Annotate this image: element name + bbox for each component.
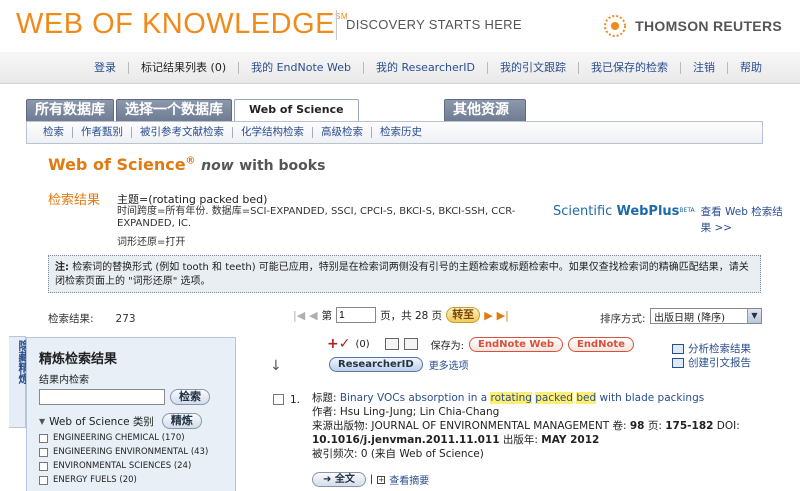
top-nav: 登录 标记结果列表 (0) 我的 EndNote Web 我的 Research… — [0, 52, 800, 84]
subnav-search-history[interactable]: 检索历史 — [371, 127, 430, 138]
search-within-label: 结果内检索 — [39, 375, 89, 386]
full-text-button[interactable]: ➜ 全文 — [312, 472, 366, 487]
marked-count: (0) — [355, 338, 370, 350]
view-web-results-link[interactable]: 查看 Web 检索结果 >> — [701, 204, 787, 236]
refine-button[interactable]: 精炼 — [161, 413, 202, 429]
endnote-web-button[interactable]: EndNote Web — [469, 336, 564, 352]
thomson-reuters-dot-icon — [604, 15, 627, 37]
checkbox[interactable] — [39, 433, 48, 443]
result-tools: +✓ (0) 保存为: EndNote Web EndNote — [327, 336, 634, 352]
first-page-icon[interactable]: |◀ — [293, 309, 305, 322]
header-divider — [336, 10, 337, 40]
email-icon[interactable] — [403, 338, 418, 350]
analysis-links: 分析检索结果 创建引文报告 — [672, 342, 751, 370]
tab-select-database[interactable]: 选择一个数据库 — [116, 99, 232, 121]
nav-logout[interactable]: 注销 — [680, 61, 727, 74]
record-1: 标题: Binary VOCs absorption in a rotating… — [312, 392, 740, 460]
tab-web-of-science[interactable]: Web of Science — [234, 99, 359, 121]
add-to-marked-list-icon[interactable]: +✓ — [327, 336, 350, 352]
citation-report-icon — [672, 358, 684, 368]
sort-label: 排序方式: — [600, 313, 646, 325]
nav-endnote-web[interactable]: 我的 EndNote Web — [238, 61, 363, 74]
more-options-link[interactable]: 更多选项 — [429, 357, 469, 372]
prev-page-icon[interactable]: ◀ — [309, 309, 317, 322]
collapse-triangle-icon[interactable]: ▼ — [39, 417, 45, 426]
category-item[interactable]: ENGINEERING CHEMICAL (170) — [39, 433, 223, 443]
chevron-down-icon: ▼ — [747, 309, 761, 323]
print-icon[interactable] — [384, 338, 399, 350]
thomson-reuters-logo: THOMSON REUTERS — [603, 14, 782, 38]
nav-marked-list[interactable]: 标记结果列表 (0) — [128, 61, 238, 74]
lemmatization-note: 注: 检索词的替换形式 (例如 tooth 和 teeth) 可能已应用，特别是… — [48, 255, 761, 293]
save-to-label: 保存为: — [430, 340, 465, 352]
category-heading: Web of Science 类别 — [49, 415, 154, 428]
subnav-author-finder[interactable]: 作者甄别 — [72, 127, 131, 138]
citation-report-link[interactable]: 创建引文报告 — [672, 356, 751, 370]
subnav-advanced-search[interactable]: 高级检索 — [312, 127, 371, 138]
record-actions: ➜ 全文 | + 查看摘要 — [312, 472, 429, 487]
category-item[interactable]: ENVIRONMENTAL SCIENCES (24) — [39, 461, 223, 471]
subnav-structure-search[interactable]: 化学结构检索 — [232, 127, 312, 138]
query-topic: 主题=(rotating packed bed) — [117, 193, 268, 206]
refine-title: 精炼检索结果 — [39, 352, 118, 367]
nav-saved-searches[interactable]: 我已保存的检索 — [578, 61, 680, 74]
category-item[interactable]: ENGINEERING ENVIRONMENTAL (43) — [39, 447, 223, 457]
page-input[interactable] — [336, 307, 377, 323]
analyze-icon — [672, 344, 684, 354]
analyze-results-link[interactable]: 分析检索结果 — [672, 342, 751, 356]
tab-other-resources[interactable]: 其他资源 — [444, 99, 526, 121]
record-doi: 10.1016/j.jenvman.2011.11.011 — [312, 434, 500, 446]
view-abstract-link[interactable]: 查看摘要 — [389, 472, 429, 487]
subnav-search[interactable]: 检索 — [35, 127, 72, 138]
search-within-input[interactable] — [39, 389, 165, 405]
query-lemmatization: 词形还原=打开 — [117, 237, 186, 248]
refine-panel: 精炼检索结果 结果内检索 检索 ▼ Web of Science 类别 精炼 E… — [26, 337, 236, 491]
sort-select[interactable]: 出版日期 (降序) ▼ — [650, 308, 762, 324]
checkbox[interactable] — [39, 475, 48, 485]
query-span: 时间跨度=所有年份. 数据库=SCI-EXPANDED, SSCI, CPCI-… — [117, 206, 516, 229]
nav-help[interactable]: 帮助 — [727, 61, 774, 74]
expand-icon[interactable]: + — [377, 475, 386, 484]
sub-nav: 检索 作者甄别 被引参考文献检索 化学结构检索 高级检索 检索历史 — [26, 121, 763, 144]
checkbox[interactable] — [39, 447, 48, 457]
result-tools-row2: ResearcherID 更多选项 — [329, 357, 469, 372]
down-arrow-icon: ↓ — [270, 358, 282, 374]
tab-bar: 所有数据库 选择一个数据库 Web of Science — [26, 99, 361, 121]
nav-researcherid[interactable]: 我的 ResearcherID — [363, 61, 487, 74]
goto-button[interactable]: 转至 — [446, 307, 481, 323]
record-title-link[interactable]: Binary VOCs absorption in a rotating pac… — [340, 392, 704, 404]
nav-citation-alerts[interactable]: 我的引文跟踪 — [487, 61, 578, 74]
record-checkbox[interactable] — [273, 394, 284, 405]
tagline: DISCOVERY STARTS HERE — [346, 17, 522, 32]
pager: |◀ ◀ 第 页，共 28 页 转至 ▶ ▶| — [293, 307, 509, 323]
wos-banner: Web of Science® now with books — [48, 155, 326, 174]
subnav-cited-ref-search[interactable]: 被引参考文献检索 — [131, 127, 232, 138]
record-authors: Hsu Ling-Jung; Lin Chia-Chang — [339, 406, 500, 418]
record-cited: 0 (来自 Web of Science) — [360, 448, 484, 460]
scientific-webplus: Scientific WebPlusBETA 查看 Web 检索结果 >> — [553, 204, 787, 236]
researcherid-button[interactable]: ResearcherID — [329, 357, 423, 372]
record-source: JOURNAL OF ENVIRONMENTAL MANAGEMENT — [371, 420, 610, 432]
record-number: 1. — [290, 394, 301, 406]
tab-all-databases[interactable]: 所有数据库 — [26, 99, 114, 121]
next-page-icon[interactable]: ▶ — [484, 309, 492, 322]
webplus-logo[interactable]: Scientific WebPlusBETA — [553, 204, 695, 219]
search-within-button[interactable]: 检索 — [170, 389, 210, 405]
endnote-button[interactable]: EndNote — [568, 336, 634, 352]
category-item[interactable]: ENERGY FUELS (20) — [39, 475, 223, 485]
last-page-icon[interactable]: ▶| — [497, 309, 509, 322]
wok-logo[interactable]: WEB OF KNOWLEDGESM — [16, 8, 348, 41]
record-selector: 1. — [273, 390, 300, 406]
nav-login[interactable]: 登录 — [82, 61, 128, 74]
checkbox[interactable] — [39, 461, 48, 471]
header: WEB OF KNOWLEDGESM DISCOVERY STARTS HERE… — [0, 0, 800, 52]
results-title: 检索结果 — [48, 193, 101, 208]
result-count: 检索结果: 273 — [48, 313, 136, 325]
